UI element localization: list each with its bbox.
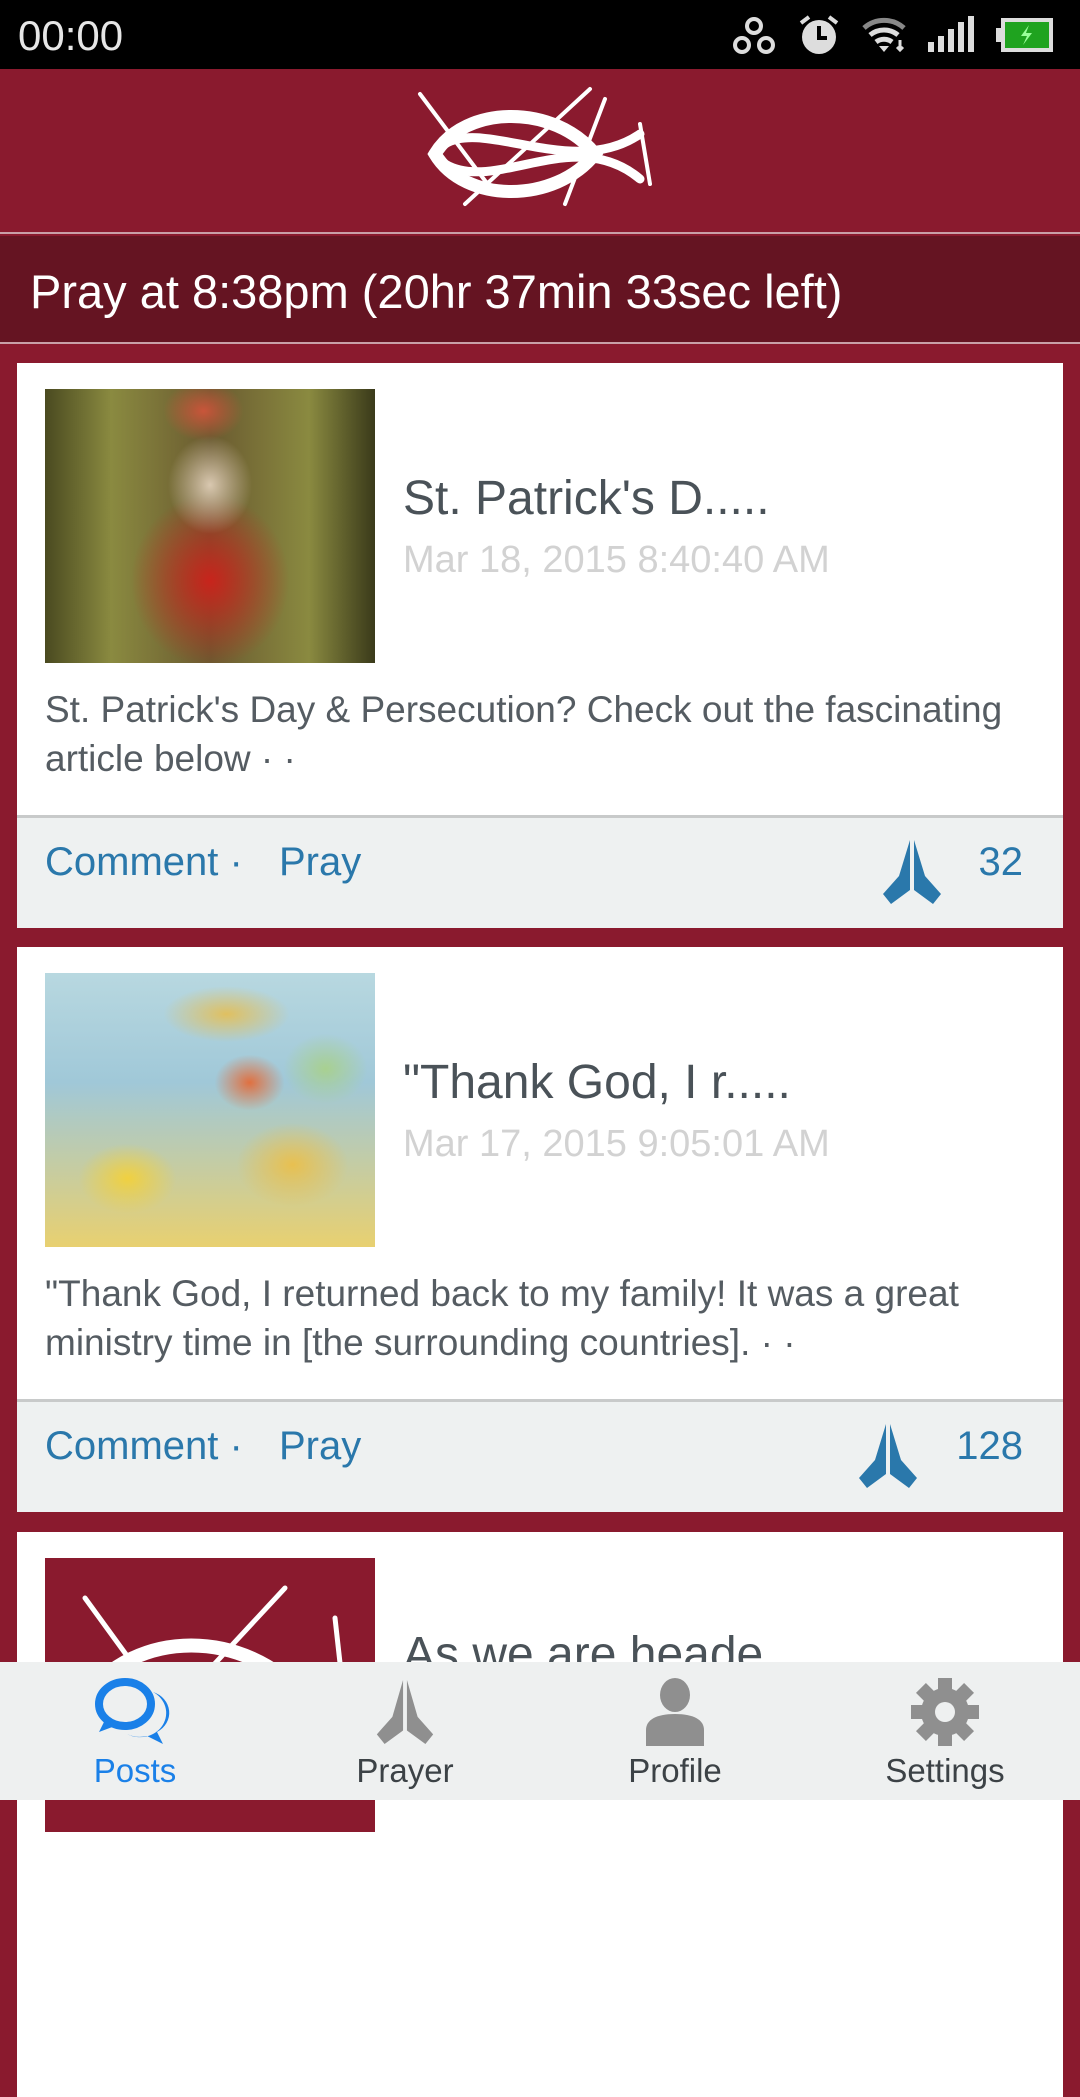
pray-count: 128 [956,1424,1023,1468]
post-date: Mar 17, 2015 9:05:01 AM [403,1123,830,1165]
praying-hands-icon [376,1679,434,1745]
status-bar: 00:00 [0,0,1080,69]
post-card[interactable]: As we are heade [17,1532,1063,2097]
post-title[interactable]: St. Patrick's D..... [403,471,770,526]
comment-button[interactable]: Comment · [45,840,243,885]
app-header [0,69,1080,234]
nav-prayer[interactable]: Prayer [270,1662,540,1800]
nav-label: Posts [93,1752,177,1789]
bottom-navigation: Posts Prayer Profile Settings [0,1662,1080,1800]
pray-button[interactable]: Pray [279,1424,361,1469]
chat-bubbles-icon [95,1678,170,1744]
prayer-countdown: Pray at 8:38pm (20hr 37min 33sec left) [0,236,1080,344]
post-actions: Comment · Pray 128 [17,1399,1063,1512]
nav-settings[interactable]: Settings [810,1662,1080,1800]
praying-hands-icon [883,840,941,904]
signal-icon [928,16,974,52]
alarm-icon [799,15,839,54]
pray-count: 32 [978,840,1024,884]
post-excerpt[interactable]: "Thank God, I returned back to my family… [45,1269,1045,1367]
clock: 00:00 [18,12,124,59]
nav-label: Settings [885,1752,1005,1789]
comment-button[interactable]: Comment · [45,1424,243,1469]
pray-button[interactable]: Pray [279,840,361,885]
post-actions: Comment · Pray 32 [17,815,1063,928]
post-excerpt[interactable]: St. Patrick's Day & Persecution? Check o… [45,685,1045,783]
ichthys-fish-logo [418,87,652,206]
post-date: Mar 18, 2015 8:40:40 AM [403,539,830,581]
post-title[interactable]: "Thank God, I r..... [403,1055,791,1110]
post-card[interactable]: "Thank God, I r..... Mar 17, 2015 9:05:0… [17,947,1063,1512]
nav-label: Profile [628,1752,722,1789]
wifi-icon [862,17,906,53]
nav-posts[interactable]: Posts [0,1662,270,1800]
nav-label: Prayer [356,1752,454,1789]
post-image-stained-glass [45,389,375,663]
gear-icon [911,1678,979,1746]
praying-hands-icon [859,1424,917,1488]
user-icon [646,1678,704,1746]
nav-profile[interactable]: Profile [540,1662,810,1800]
hotspot-icon [733,17,775,54]
battery-charging-icon [996,18,1053,52]
post-image-map [45,973,375,1247]
post-card[interactable]: St. Patrick's D..... Mar 18, 2015 8:40:4… [17,363,1063,928]
